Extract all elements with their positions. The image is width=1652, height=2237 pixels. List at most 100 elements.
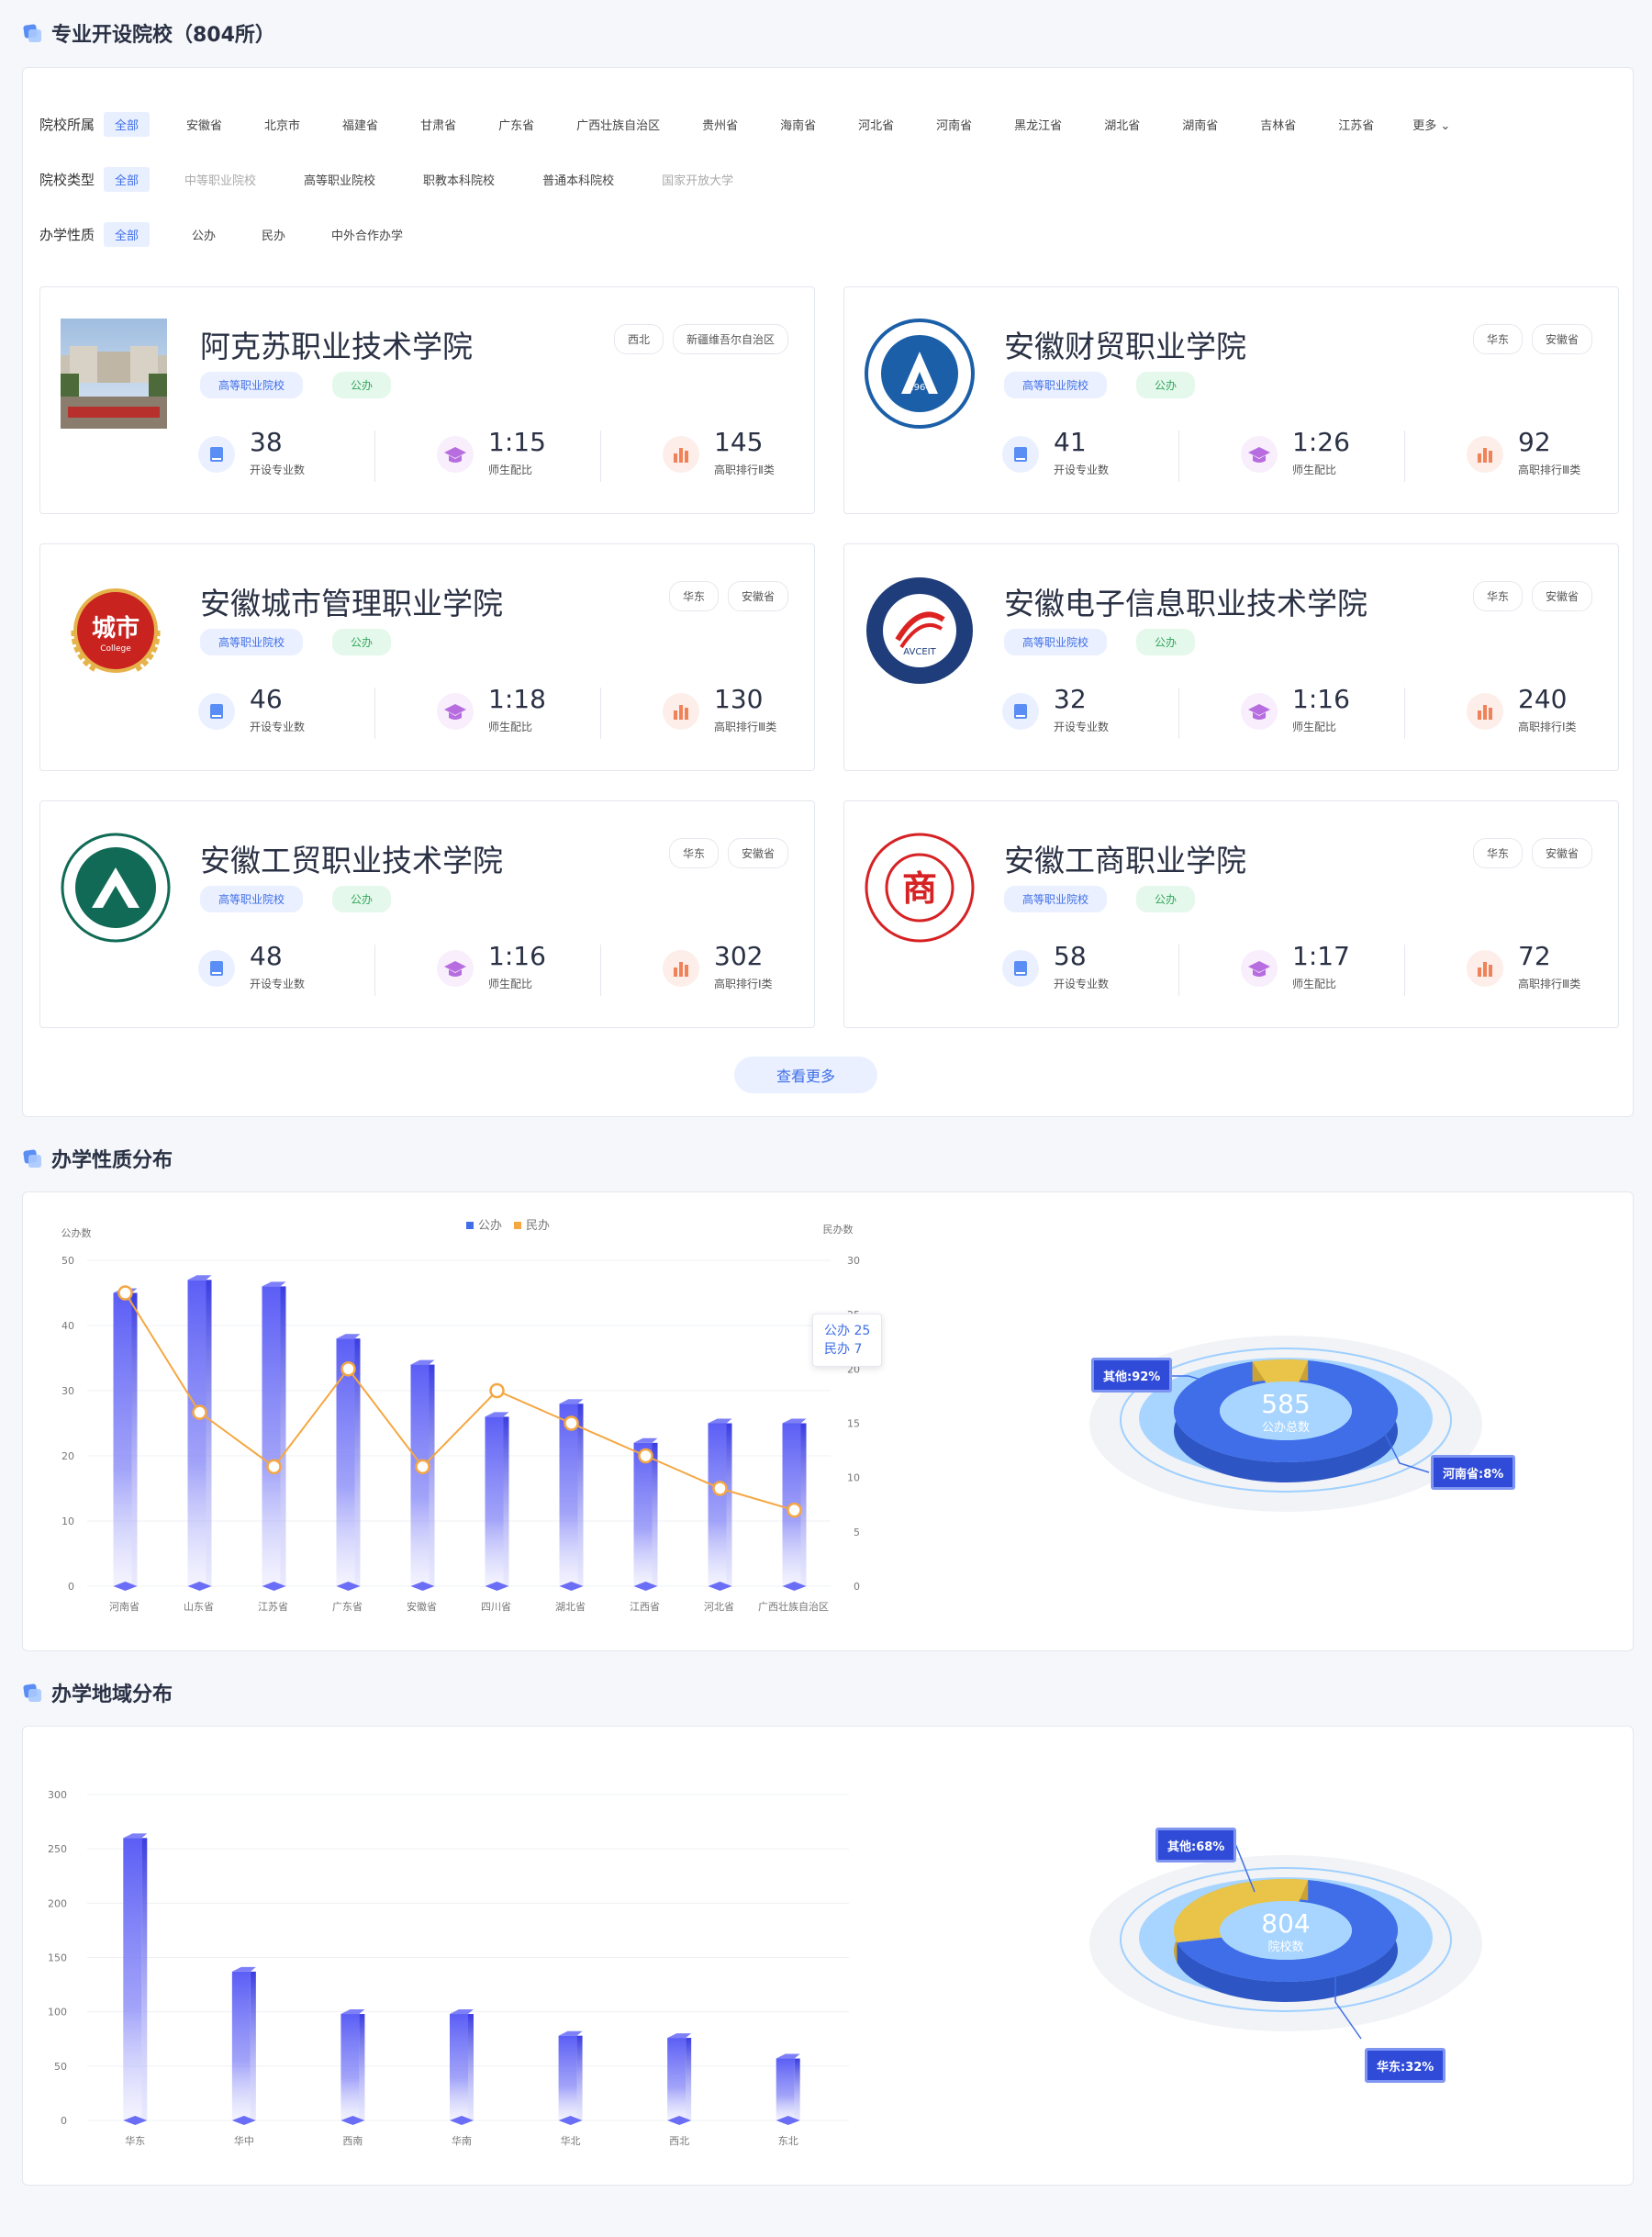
y-tick-label: 10 (847, 1472, 860, 1484)
stat-value: 302 (714, 941, 764, 971)
region-tag: 华东 (1472, 838, 1523, 868)
school-name[interactable]: 安徽城市管理职业学院 (200, 579, 503, 623)
donut-label: 河南省:8% (1431, 1455, 1516, 1490)
filter-option[interactable]: 黑龙江省 (1010, 116, 1066, 133)
filter-option[interactable]: 民办 (258, 226, 289, 243)
stat-label: 师生配比 (1292, 978, 1337, 990)
book-icon (198, 436, 235, 473)
filter-option[interactable]: 河南省 (932, 116, 976, 133)
school-name[interactable]: 安徽财贸职业学院 (1004, 322, 1246, 366)
filter-option[interactable]: 全部 (104, 166, 151, 192)
bar (231, 1971, 251, 2120)
filter-row-nature: 办学性质 全部 公办 民办 中外合作办学 (39, 221, 407, 247)
stat-value: 32 (1054, 684, 1087, 714)
x-tick-label: 华东 (125, 2134, 145, 2147)
school-tags: 华东 安徽省 (1472, 838, 1592, 868)
y-tick-label: 0 (854, 1581, 860, 1593)
school-name[interactable]: 安徽工商职业学院 (1004, 836, 1246, 880)
school-card[interactable]: 商 安徽工商职业学院 华东 安徽省 高等职业院校 公办 58 开设专业数 1:17 师生配比 72 高… (843, 800, 1619, 1028)
filter-option[interactable]: 安徽省 (183, 116, 226, 133)
view-more-button[interactable]: 查看更多 (734, 1057, 877, 1093)
school-card[interactable]: AVCEIT 安徽电子信息职业技术学院 华东 安徽省 高等职业院校 公办 32 开设专业数 1:… (843, 543, 1619, 771)
stat-label: 开设专业数 (250, 978, 306, 990)
filter-option[interactable]: 江苏省 (1334, 116, 1378, 133)
school-name[interactable]: 阿克苏职业技术学院 (200, 322, 473, 366)
stat-label: 开设专业数 (250, 464, 306, 476)
x-tick-label: 广西壮族自治区 (758, 1600, 829, 1613)
filter-label: 院校所属 (39, 116, 95, 133)
stat-value: 1:26 (1292, 427, 1350, 457)
x-tick-label: 西北 (669, 2135, 689, 2147)
svg-text:AVCEIT: AVCEIT (903, 647, 936, 657)
filter-option[interactable]: 贵州省 (698, 116, 742, 133)
school-card[interactable]: 安徽工贸职业技术学院 华东 安徽省 高等职业院校 公办 48 开设专业数 1:16 师生配比 30… (39, 800, 815, 1028)
filter-option[interactable]: 北京市 (261, 116, 304, 133)
line-point (712, 1481, 728, 1496)
book-icon (1002, 436, 1039, 473)
region-bar-chart: 0 50 100 150 200 250 300 华东 华中 西南 华南 华北 西北 东北 (48, 1789, 849, 2147)
bar-side (794, 2058, 800, 2120)
province-tag: 安徽省 (727, 581, 788, 611)
filter-option[interactable]: 职教本科院校 (419, 171, 498, 188)
line-point (117, 1285, 133, 1301)
filter-option[interactable]: 国家开放大学 (658, 171, 737, 188)
y-tick-label: 30 (61, 1385, 74, 1397)
school-tags: 华东 安徽省 (1472, 324, 1592, 354)
school-card[interactable]: 城市 College 安徽城市管理职业学院 华东 安徽省 高等职业院校 公办 46 开设专业数 1… (39, 543, 815, 771)
stat-label: 开设专业数 (1054, 978, 1110, 990)
bar-side (652, 1442, 658, 1586)
school-card[interactable]: 阿克苏职业技术学院 西北 新疆维吾尔自治区 高等职业院校 公办 38 开设专业数 1:15 师生… (39, 286, 815, 514)
school-nature-badge: 公办 (332, 629, 392, 655)
stat-label: 高职排行Ⅲ类 (1518, 464, 1581, 476)
filter-option[interactable]: 海南省 (776, 116, 820, 133)
bar (262, 1286, 281, 1586)
svg-text:1964: 1964 (908, 383, 931, 393)
x-tick-label: 华南 (452, 2134, 472, 2147)
filter-option[interactable]: 湖南省 (1178, 116, 1222, 133)
filter-option[interactable]: 福建省 (339, 116, 382, 133)
y-axis-label: 公办数 (61, 1227, 92, 1239)
school-name[interactable]: 安徽工贸职业技术学院 (200, 836, 503, 880)
book-icon (1002, 950, 1039, 987)
y-tick-label: 40 (61, 1320, 74, 1332)
filter-option[interactable]: 公办 (188, 226, 219, 243)
filter-more-button[interactable]: 更多 ⌄ (1412, 116, 1450, 133)
filter-option[interactable]: 广西壮族自治区 (573, 116, 664, 133)
filter-option[interactable]: 中外合作办学 (328, 226, 407, 243)
graduation-cap-icon (1241, 693, 1278, 730)
filter-option[interactable]: 中等职业院校 (181, 171, 260, 188)
donut-label: 华东:32% (1365, 2048, 1446, 2083)
stat-divider (374, 945, 375, 996)
filter-option[interactable]: 湖北省 (1100, 116, 1144, 133)
filter-option[interactable]: 全部 (104, 111, 151, 137)
school-name[interactable]: 安徽电子信息职业技术学院 (1004, 579, 1367, 623)
filter-option[interactable]: 吉林省 (1256, 116, 1300, 133)
school-nature-badge: 公办 (332, 372, 392, 398)
x-tick-label: 河南省 (109, 1601, 140, 1613)
stat-value: 1:16 (1292, 684, 1350, 714)
filter-option[interactable]: 河北省 (854, 116, 898, 133)
stat-divider (1404, 688, 1405, 739)
x-tick-label: 江苏省 (258, 1601, 288, 1613)
legend-swatch (466, 1222, 474, 1229)
bar-chart-icon (663, 436, 699, 473)
line-point (638, 1448, 653, 1464)
x-tick-label: 西南 (342, 2135, 363, 2147)
y-tick-label: 100 (48, 2007, 67, 2019)
x-tick-label: 安徽省 (407, 1600, 437, 1613)
bar-top (336, 1334, 361, 1339)
bar (123, 1838, 142, 2120)
stat-value: 240 (1518, 684, 1568, 714)
stat-label: 高职排行Ⅲ类 (714, 721, 777, 733)
stat-label: 高职排行Ⅲ类 (1518, 978, 1581, 990)
stat-label: 师生配比 (488, 978, 533, 990)
book-icon (1002, 693, 1039, 730)
filter-option[interactable]: 高等职业院校 (300, 171, 379, 188)
filter-option[interactable]: 广东省 (495, 116, 538, 133)
school-logo: AVCEIT (865, 576, 973, 686)
filter-option[interactable]: 全部 (104, 221, 151, 247)
bar (485, 1416, 504, 1586)
school-card[interactable]: 1964 安徽财贸职业学院 华东 安徽省 高等职业院校 公办 41 开设专业数 1:26 师生配比… (843, 286, 1619, 514)
filter-option[interactable]: 甘肃省 (417, 116, 460, 133)
filter-option[interactable]: 普通本科院校 (539, 171, 618, 188)
